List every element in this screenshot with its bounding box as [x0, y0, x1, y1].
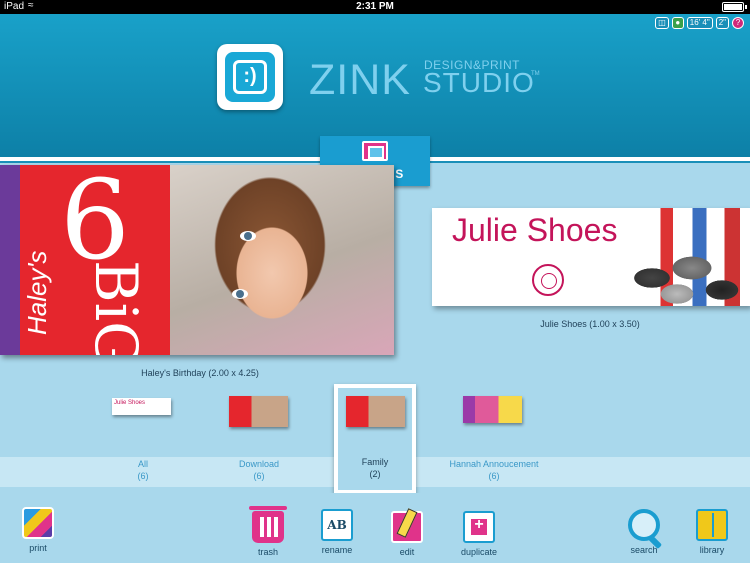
- card-number: 6: [60, 165, 130, 284]
- seal-icon: [532, 264, 564, 296]
- collection-name: Family: [361, 457, 389, 467]
- paper-length: 16' 4": [686, 17, 713, 29]
- card-name-text: Haley's: [22, 250, 52, 335]
- photo-eye: [232, 289, 248, 299]
- collection-hannah-annoucement[interactable]: Hannah Annoucement (6): [434, 458, 554, 482]
- collection-name: All: [137, 459, 148, 469]
- collection-count: (6): [488, 471, 500, 481]
- library-label: library: [699, 545, 725, 555]
- collection-download[interactable]: Download (6): [199, 458, 319, 482]
- smiley-icon: :): [233, 60, 267, 94]
- collection-name: Hannah Annoucement: [449, 459, 539, 469]
- pencil-icon: [391, 511, 423, 543]
- collection-thumb-hannah[interactable]: [463, 396, 522, 423]
- connection-icon[interactable]: ●: [671, 17, 684, 29]
- collection-count: (6): [253, 471, 265, 481]
- battery-icon: [722, 2, 747, 12]
- printer-icon[interactable]: ◫: [655, 17, 669, 29]
- library-button[interactable]: library: [690, 509, 734, 555]
- duplicate-label: duplicate: [460, 547, 498, 557]
- design-caption: Julie Shoes (1.00 x 3.50): [540, 319, 640, 329]
- print-label: print: [29, 543, 47, 553]
- duplicate-button[interactable]: duplicate: [454, 511, 504, 557]
- zoom-value[interactable]: 2": [715, 17, 729, 29]
- search-icon: [628, 509, 660, 541]
- collection-family[interactable]: Family (2): [315, 456, 435, 480]
- design-caption: Haley's Birthday (2.00 x 4.25): [141, 368, 259, 378]
- brand-zink: ZINK: [309, 56, 411, 104]
- collection-count: (2): [369, 469, 381, 479]
- status-bar: iPad ≈ 2:31 PM: [0, 0, 750, 14]
- julie-title: Julie Shoes: [452, 212, 618, 248]
- collection-count: (6): [137, 471, 149, 481]
- trash-icon: [249, 506, 287, 543]
- print-button[interactable]: print: [18, 507, 58, 553]
- edit-button[interactable]: edit: [387, 511, 427, 557]
- design-card-haleys-birthday[interactable]: 6 Haley's BiG: [0, 165, 394, 355]
- design-card-julie-shoes[interactable]: Julie Shoes: [432, 208, 750, 306]
- collection-name: Download: [238, 459, 280, 469]
- photo-eye: [240, 231, 256, 241]
- rename-label: rename: [321, 545, 353, 555]
- photos-icon: [362, 141, 388, 161]
- collection-thumb-download[interactable]: [229, 396, 288, 427]
- status-time: 2:31 PM: [356, 1, 394, 12]
- search-button[interactable]: search: [622, 509, 666, 555]
- collection-all[interactable]: All (6): [83, 458, 203, 482]
- edit-label: edit: [399, 547, 415, 557]
- app-logo-icon: :): [217, 44, 283, 110]
- trash-label: trash: [257, 547, 278, 557]
- collection-thumb-family[interactable]: [346, 396, 405, 427]
- help-icon[interactable]: ?: [732, 17, 744, 29]
- brand-trademark: TM: [531, 71, 540, 77]
- duplicate-icon: [463, 511, 495, 543]
- print-icon: [22, 507, 54, 539]
- rename-button[interactable]: AB rename: [315, 509, 359, 555]
- birthday-card-art: 6 Haley's BiG: [0, 165, 170, 355]
- rename-icon: AB: [321, 509, 353, 541]
- bottom-toolbar: print trash AB rename edit duplicate sea…: [0, 493, 750, 563]
- brand-studio: STUDIO: [423, 67, 535, 98]
- collection-thumb-all[interactable]: Julie Shoes: [112, 398, 171, 415]
- thumb-text: Julie Shoes: [114, 400, 146, 406]
- card-big-text: BiG: [82, 260, 150, 355]
- printer-status-bar: ◫ ● 16' 4" 2" ?: [655, 16, 744, 30]
- trash-button[interactable]: trash: [248, 506, 288, 557]
- book-icon: [696, 509, 728, 541]
- child-photo: [170, 165, 394, 355]
- shoes-photo: [622, 208, 750, 306]
